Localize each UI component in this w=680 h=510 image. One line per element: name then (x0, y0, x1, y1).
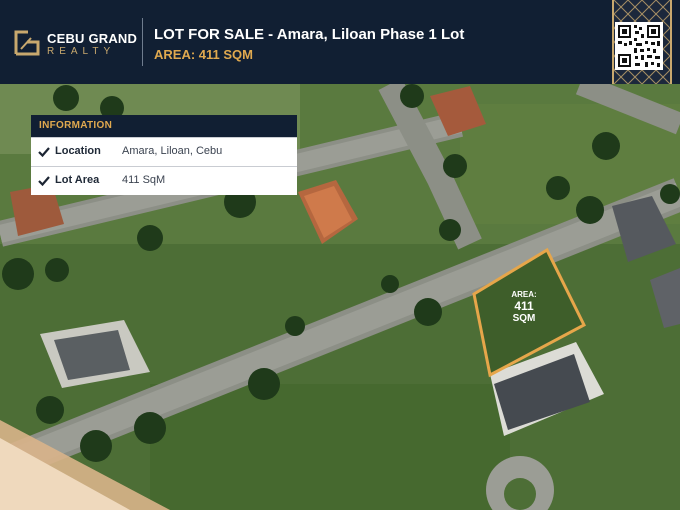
header-divider (142, 18, 143, 66)
page-title: LOT FOR SALE - Amara, Liloan Phase 1 Lot (154, 26, 465, 43)
lot-area-value: 411 (514, 299, 534, 313)
brand-logo-icon (14, 30, 40, 56)
brand-logo[interactable]: CEBU GRAND REALTY (14, 30, 142, 62)
qr-code[interactable] (615, 22, 663, 70)
info-panel: INFORMATION Location Amara, Liloan, Cebu… (31, 115, 297, 195)
info-panel-heading: INFORMATION (31, 115, 297, 137)
check-icon (38, 176, 50, 187)
brand-tagline: REALTY (47, 46, 116, 57)
info-row-label: Location (55, 145, 101, 157)
area-subtitle: AREA: 411 SQM (154, 47, 253, 62)
info-row-value: Amara, Liloan, Cebu (122, 145, 223, 157)
info-row-value: 411 SqM (122, 174, 166, 186)
corner-decoration (0, 420, 170, 510)
header-bar: CEBU GRAND REALTY LOT FOR SALE - Amara, … (0, 0, 680, 84)
info-row-label: Lot Area (55, 174, 100, 186)
info-row-lot-area: Lot Area 411 SqM (31, 166, 297, 195)
lot-area-unit: SQM (512, 313, 536, 324)
check-icon (38, 147, 50, 158)
brand-name: CEBU GRAND (47, 31, 138, 46)
info-row-location: Location Amara, Liloan, Cebu (31, 137, 297, 166)
lot-area-label: AREA: 411 SQM (494, 290, 554, 325)
